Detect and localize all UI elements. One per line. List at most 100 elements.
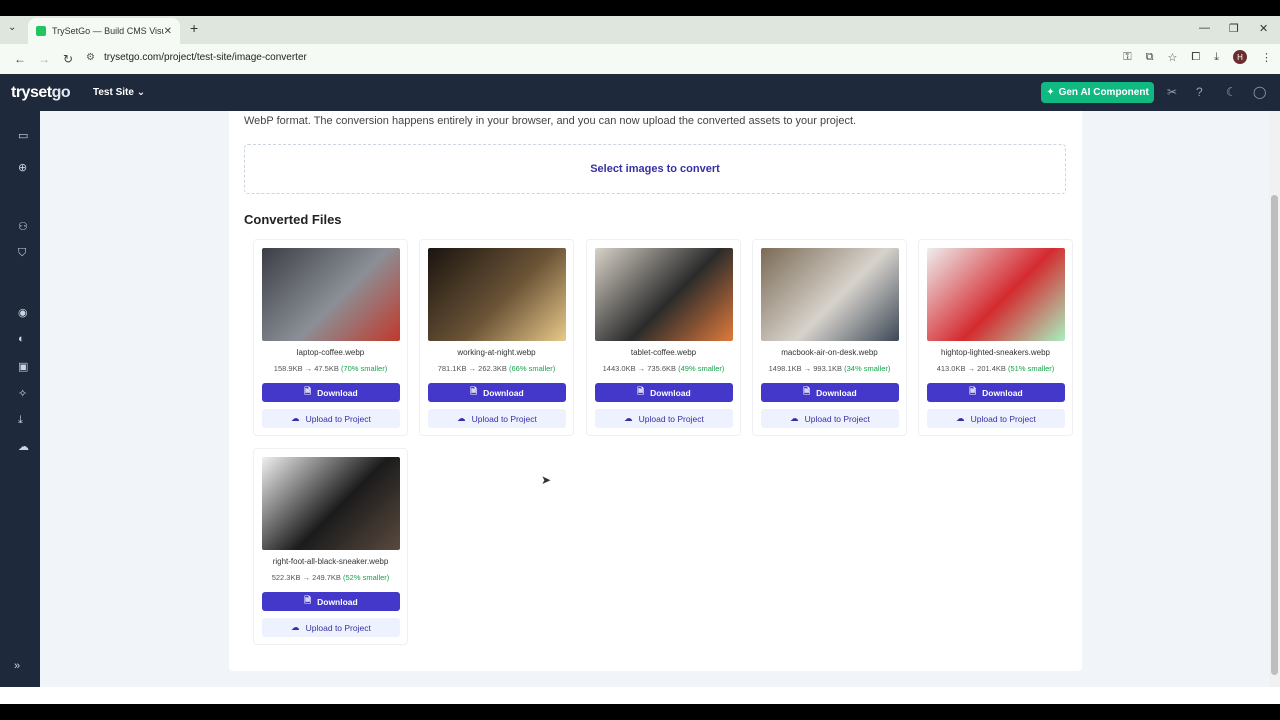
- dark-mode-moon-icon[interactable]: ☾: [1226, 85, 1237, 99]
- close-tab-icon[interactable]: ✕: [164, 26, 172, 37]
- new-tab-icon[interactable]: +: [190, 20, 198, 36]
- downloads-icon[interactable]: ⤓: [1214, 51, 1219, 64]
- extensions-puzzle-icon[interactable]: ⧠: [1191, 51, 1200, 64]
- file-sizes: 413.0KB → 201.4KB: [936, 364, 1006, 373]
- user-circle-icon[interactable]: ◉: [18, 306, 28, 319]
- address-bar-row: ← → ↻ ⚙ trysetgo.com/project/test-site/i…: [0, 44, 1280, 74]
- cloud-upload-icon[interactable]: ☁: [18, 440, 29, 453]
- upload-to-project-button[interactable]: ☁ Upload to Project: [428, 409, 566, 428]
- tools-icon[interactable]: ✂: [1167, 85, 1177, 99]
- site-selector[interactable]: Test Site ⌄: [93, 87, 145, 98]
- gen-ai-label: Gen AI Component: [1058, 87, 1149, 98]
- download-button[interactable]: 🗎 Download: [761, 383, 899, 402]
- download-label: Download: [650, 387, 691, 398]
- converter-description: WebP format. The conversion happens enti…: [244, 115, 857, 127]
- file-saving: (49% smaller): [678, 364, 725, 373]
- browser-menu-icon[interactable]: ⋮: [1261, 51, 1272, 64]
- cloud-upload-icon: ☁: [457, 413, 466, 423]
- file-saving: (51% smaller): [1008, 364, 1055, 373]
- cloud-upload-icon: ☁: [956, 413, 965, 423]
- download-button[interactable]: 🗎 Download: [262, 383, 400, 402]
- file-saving: (52% smaller): [343, 573, 390, 582]
- upload-to-project-button[interactable]: ☁ Upload to Project: [262, 409, 400, 428]
- browser-tab[interactable]: TrySetGo — Build CMS Visually ✕: [28, 18, 180, 44]
- install-app-icon[interactable]: ⧉: [1146, 51, 1154, 64]
- minimize-icon[interactable]: —: [1199, 22, 1210, 34]
- file-icon: 🗎: [304, 594, 312, 605]
- forward-icon[interactable]: →: [32, 52, 56, 66]
- download-button[interactable]: 🗎 Download: [927, 383, 1065, 402]
- converted-files-heading: Converted Files: [244, 212, 342, 227]
- file-size-info: 522.3KB → 249.7KB (52% smaller): [254, 573, 407, 582]
- file-saving: (34% smaller): [844, 364, 891, 373]
- file-icon: 🗎: [969, 385, 977, 396]
- converter-card: WebP format. The conversion happens enti…: [229, 111, 1082, 671]
- upload-label: Upload to Project: [970, 413, 1036, 424]
- bottom-strip: [0, 687, 1280, 704]
- sparkle-icon[interactable]: ✧: [18, 387, 27, 400]
- site-selector-label: Test Site: [93, 87, 134, 98]
- file-size-info: 413.0KB → 201.4KB (51% smaller): [919, 364, 1072, 373]
- close-window-icon[interactable]: ✕: [1259, 22, 1268, 35]
- upload-to-project-button[interactable]: ☁ Upload to Project: [262, 618, 400, 637]
- plus-circle-icon[interactable]: ⊕: [18, 161, 27, 174]
- download-label: Download: [317, 596, 358, 607]
- upload-label: Upload to Project: [305, 622, 371, 633]
- password-key-icon[interactable]: ⚿: [1123, 51, 1131, 64]
- gen-ai-component-button[interactable]: ✦ Gen AI Component: [1041, 82, 1154, 103]
- upload-label: Upload to Project: [471, 413, 537, 424]
- image-dropzone[interactable]: Select images to convert: [244, 144, 1066, 194]
- cloud-upload-icon: ☁: [624, 413, 633, 423]
- file-name: working-at-night.webp: [457, 348, 536, 357]
- tab-list-chevron-icon[interactable]: ⌄: [8, 22, 16, 33]
- chevron-down-icon: ⌄: [136, 87, 146, 98]
- shield-icon[interactable]: ⛉: [18, 247, 26, 260]
- maximize-icon[interactable]: ❐: [1229, 22, 1239, 35]
- user-account-icon[interactable]: ◯: [1253, 85, 1266, 99]
- download-icon[interactable]: ⤓: [18, 414, 23, 427]
- file-sizes: 1443.0KB → 735.6KB: [602, 364, 677, 373]
- download-label: Download: [317, 387, 358, 398]
- file-thumbnail: [761, 248, 899, 341]
- file-card: working-at-night.webp 781.1KB → 262.3KB (…: [419, 239, 574, 436]
- logo-set: set: [29, 84, 52, 101]
- file-thumbnail: [428, 248, 566, 341]
- users-icon[interactable]: ⚇: [18, 220, 28, 233]
- url-field[interactable]: trysetgo.com/project/test-site/image-con…: [104, 52, 307, 63]
- file-sizes: 1498.1KB → 993.1KB: [768, 364, 843, 373]
- folder-icon[interactable]: ▭: [18, 129, 28, 142]
- upload-to-project-button[interactable]: ☁ Upload to Project: [595, 409, 733, 428]
- help-icon[interactable]: ?: [1196, 85, 1203, 99]
- file-thumbnail: [262, 457, 400, 550]
- file-name: right-foot-all-black-sneaker.webp: [272, 557, 389, 566]
- page-scrollbar[interactable]: [1269, 111, 1280, 687]
- cloud-upload-icon: ☁: [790, 413, 799, 423]
- file-size-info: 1498.1KB → 993.1KB (34% smaller): [753, 364, 906, 373]
- file-sizes: 781.1KB → 262.3KB: [437, 364, 507, 373]
- expand-sidebar-icon[interactable]: »: [14, 660, 20, 672]
- scrollbar-thumb[interactable]: [1271, 195, 1278, 675]
- profile-avatar[interactable]: H: [1233, 50, 1247, 64]
- favicon-icon: [36, 26, 46, 36]
- back-icon[interactable]: ←: [8, 52, 32, 66]
- palette-icon[interactable]: ◐: [18, 333, 25, 345]
- file-icon: 🗎: [304, 385, 312, 396]
- file-card: macbook-air-on-desk.webp 1498.1KB → 993.1…: [752, 239, 907, 436]
- upload-to-project-button[interactable]: ☁ Upload to Project: [927, 409, 1065, 428]
- download-button[interactable]: 🗎 Download: [428, 383, 566, 402]
- bookmark-star-icon[interactable]: ☆: [1167, 51, 1177, 64]
- upload-label: Upload to Project: [305, 413, 371, 424]
- sidebar: ▭ ⊕ ⚇ ⛉ ◉ ◐ ▣ ✧ ⤓ ☁ »: [0, 111, 40, 687]
- download-button[interactable]: 🗎 Download: [595, 383, 733, 402]
- file-name: tablet-coffee.webp: [630, 348, 697, 357]
- reload-icon[interactable]: ↻: [56, 52, 80, 66]
- site-info-icon[interactable]: ⚙: [86, 52, 95, 63]
- logo-try: try: [11, 84, 30, 101]
- trysetgo-logo[interactable]: trysetgo: [11, 84, 71, 102]
- file-name: laptop-coffee.webp: [296, 348, 365, 357]
- image-icon[interactable]: ▣: [18, 360, 28, 373]
- tab-strip: ⌄ TrySetGo — Build CMS Visually ✕ + — ❐ …: [0, 16, 1280, 44]
- upload-to-project-button[interactable]: ☁ Upload to Project: [761, 409, 899, 428]
- file-icon: 🗎: [803, 385, 811, 396]
- download-button[interactable]: 🗎 Download: [262, 592, 400, 611]
